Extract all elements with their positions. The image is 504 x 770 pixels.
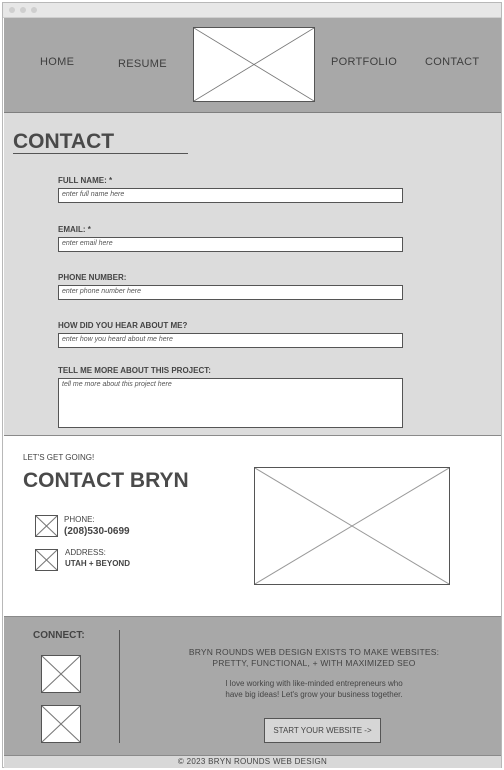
footer-blurb-2: have big ideas! Let's grow your business… xyxy=(225,690,403,699)
project-textarea[interactable]: tell me more about this project here xyxy=(58,378,403,428)
connect-label: CONNECT: xyxy=(33,630,85,641)
footer-tagline-2: PRETTY, FUNCTIONAL, + WITH MAXIMIZED SEO xyxy=(212,658,416,668)
location-icon xyxy=(35,549,58,571)
nav-contact[interactable]: CONTACT xyxy=(425,56,479,68)
title-underline xyxy=(13,153,188,154)
referral-label: HOW DID YOU HEAR ABOUT ME? xyxy=(58,321,188,330)
address-info-label: ADDRESS: xyxy=(65,548,106,557)
page-title: CONTACT xyxy=(13,130,115,153)
copyright-bar: © 2023 BRYN ROUNDS WEB DESIGN xyxy=(4,755,501,768)
window-titlebar xyxy=(3,3,501,18)
window-dot-icon[interactable] xyxy=(20,7,26,13)
logo-placeholder-image[interactable] xyxy=(193,27,315,102)
contact-placeholder-image xyxy=(254,467,450,585)
referral-input[interactable]: enter how you heard about me here xyxy=(58,333,403,348)
phone-info-value[interactable]: (208)530-0699 xyxy=(64,526,130,537)
phone-icon xyxy=(35,515,58,537)
eyebrow-text: LET'S GET GOING! xyxy=(23,453,95,462)
phone-info-label: PHONE: xyxy=(64,515,95,524)
full-name-label: FULL NAME: * xyxy=(58,176,113,185)
address-info-value: UTAH + BEYOND xyxy=(65,559,130,568)
email-label: EMAIL: * xyxy=(58,225,91,234)
start-website-button[interactable]: START YOUR WEBSITE -> xyxy=(264,718,381,743)
phone-input[interactable]: enter phone number here xyxy=(58,285,403,300)
nav-home[interactable]: HOME xyxy=(40,56,74,68)
contact-form-section: CONTACT FULL NAME: * enter full name her… xyxy=(4,113,501,436)
browser-window: HOME RESUME PORTFOLIO CONTACT CONTACT FU… xyxy=(2,2,502,768)
footer-tagline-1: BRYN ROUNDS WEB DESIGN EXISTS TO MAKE WE… xyxy=(188,647,440,657)
social-icon[interactable] xyxy=(41,705,81,743)
footer-divider xyxy=(119,630,120,743)
phone-label: PHONE NUMBER: xyxy=(58,273,127,282)
window-dot-icon[interactable] xyxy=(31,7,37,13)
contact-info-section: LET'S GET GOING! CONTACT BRYN PHONE: (20… xyxy=(4,436,501,617)
email-input[interactable]: enter email here xyxy=(58,237,403,252)
window-dot-icon[interactable] xyxy=(9,7,15,13)
full-name-input[interactable]: enter full name here xyxy=(58,188,403,203)
footer-blurb-1: I love working with like-minded entrepre… xyxy=(225,679,403,688)
contact-bryn-heading: CONTACT BRYN xyxy=(23,469,189,492)
nav-portfolio[interactable]: PORTFOLIO xyxy=(331,56,397,68)
site-header: HOME RESUME PORTFOLIO CONTACT xyxy=(4,18,501,113)
nav-resume[interactable]: RESUME xyxy=(118,58,167,70)
site-footer: CONNECT: BRYN ROUNDS WEB DESIGN EXISTS T… xyxy=(4,617,501,755)
project-label: TELL ME MORE ABOUT THIS PROJECT: xyxy=(58,366,211,375)
social-icon[interactable] xyxy=(41,655,81,693)
